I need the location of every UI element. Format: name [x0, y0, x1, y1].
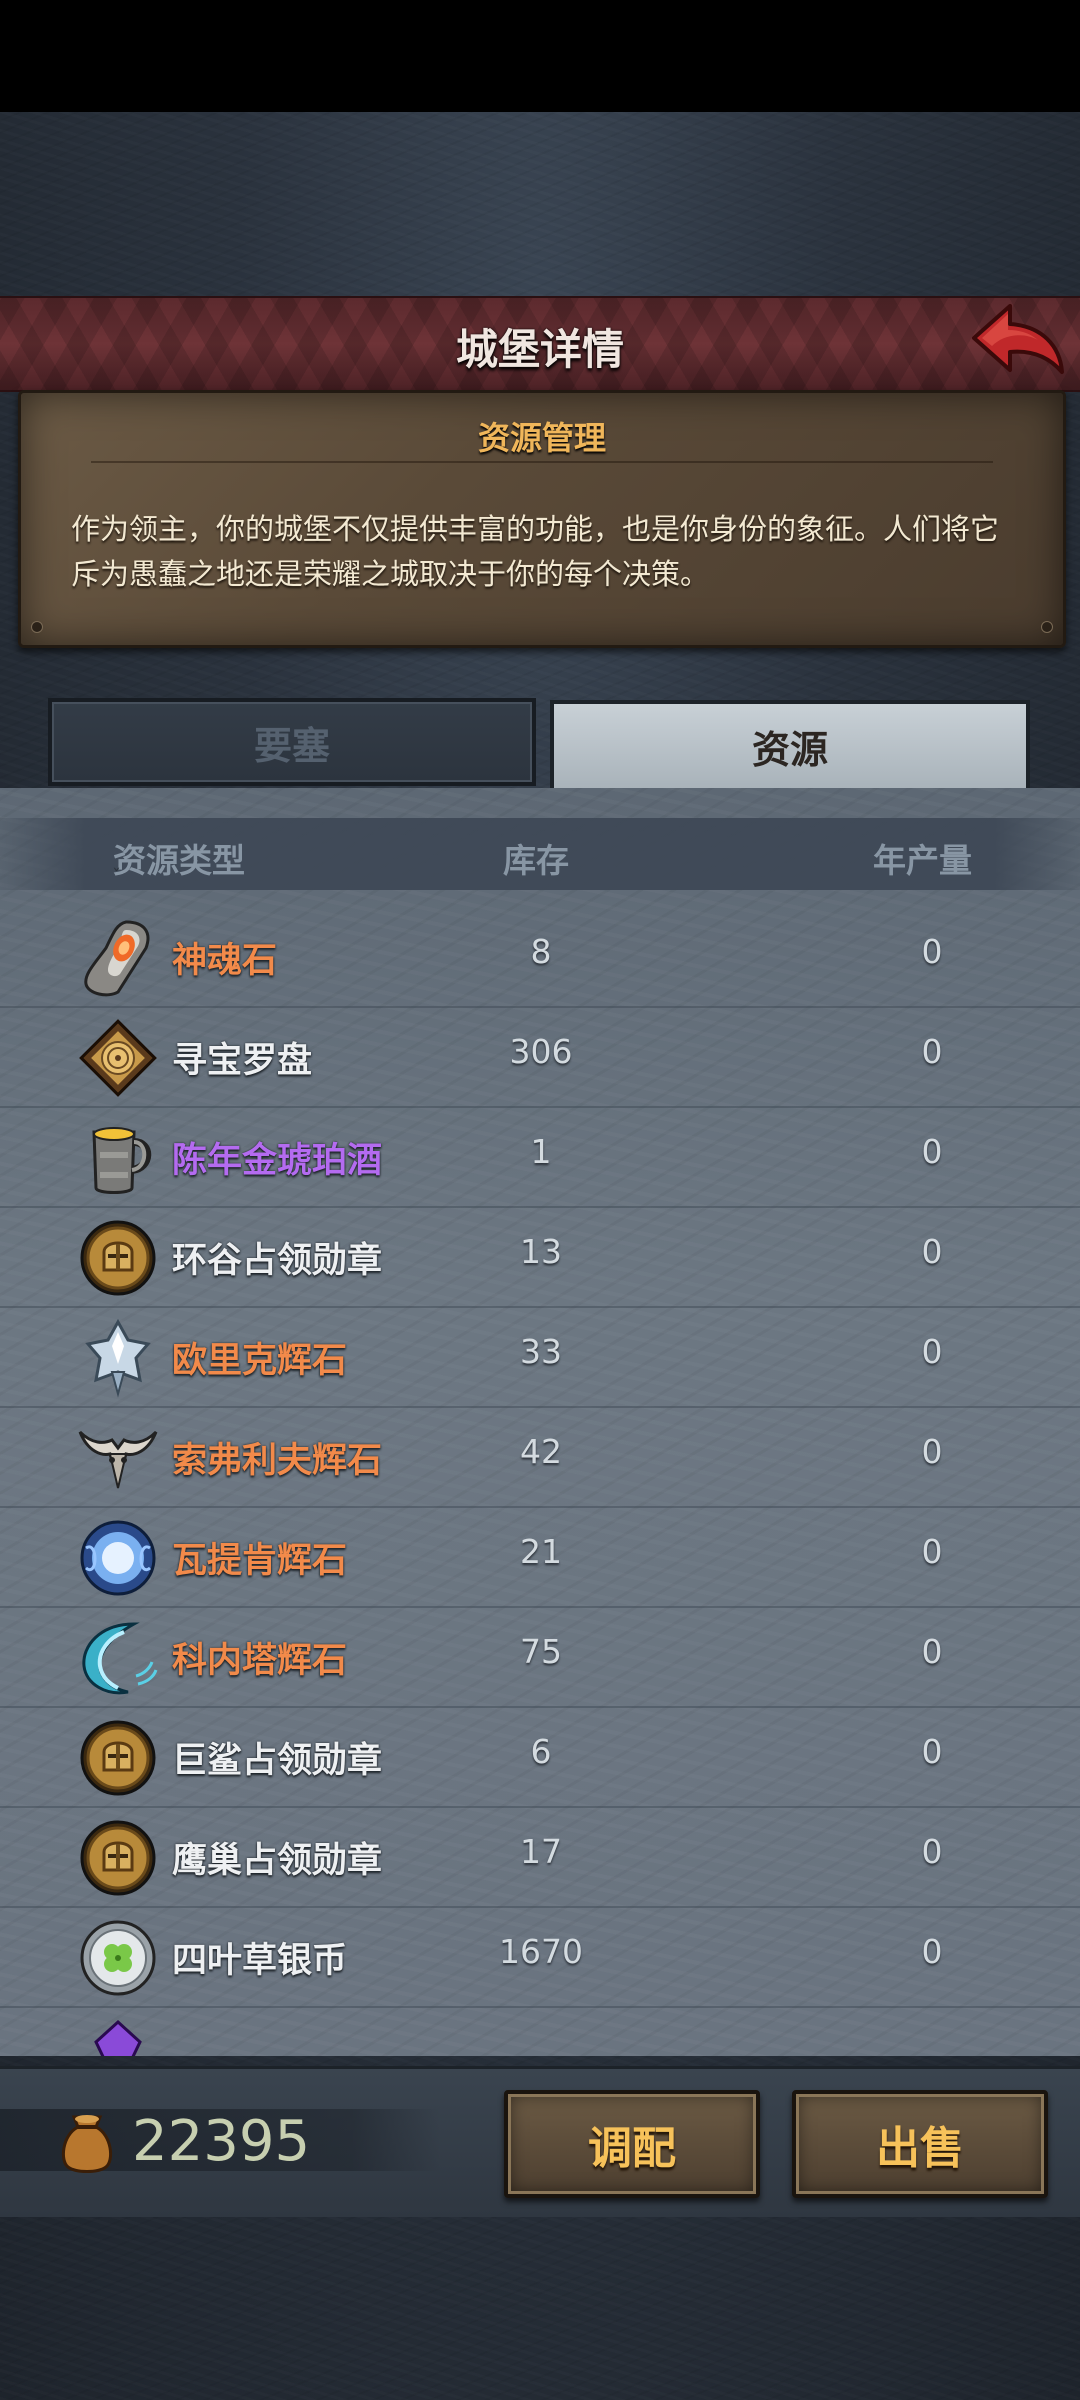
- resource-name: 欧里克辉石: [172, 1341, 348, 1380]
- resource-yield: 0: [921, 1232, 943, 1271]
- crystal-icon: [85, 1318, 151, 1398]
- resource-row-partial[interactable]: [0, 2006, 1080, 2056]
- clover-coin-icon: [80, 1920, 156, 1996]
- resource-stock: 8: [530, 932, 552, 971]
- page-title: 城堡详情: [455, 326, 624, 373]
- resource-stock: 21: [520, 1532, 562, 1571]
- panel-title: 资源管理: [477, 420, 606, 456]
- resource-row[interactable]: 神魂石 8 0: [0, 906, 1080, 1008]
- resource-row[interactable]: 陈年金琥珀酒 1 0: [0, 1106, 1080, 1208]
- purple-gem-icon: [94, 2019, 142, 2056]
- blue-orb-icon: [80, 1520, 156, 1596]
- divider: [91, 461, 993, 463]
- rivet: [1041, 621, 1053, 633]
- rivet: [31, 621, 43, 633]
- resource-name: 神魂石: [172, 941, 278, 980]
- resource-yield: 0: [921, 1732, 943, 1771]
- allocate-button[interactable]: 调配: [504, 2090, 760, 2198]
- soul-stone-icon: [84, 920, 150, 997]
- resource-stock: 1: [530, 1132, 552, 1171]
- sort-caret-icon: ˇ: [112, 866, 121, 887]
- resource-row[interactable]: 瓦提肯辉石 21 0: [0, 1506, 1080, 1608]
- resource-yield: 0: [921, 1332, 943, 1371]
- resource-name: 科内塔辉石: [172, 1641, 348, 1680]
- resource-row[interactable]: 巨鲨占领勋章 6 0: [0, 1706, 1080, 1808]
- resource-stock: 1670: [499, 1932, 583, 1971]
- resource-stock: 42: [520, 1432, 562, 1471]
- resource-yield: 0: [921, 1932, 943, 1971]
- sell-button[interactable]: 出售: [792, 2090, 1048, 2198]
- resource-name: 环谷占领勋章: [172, 1241, 383, 1280]
- resource-yield: 0: [921, 1832, 943, 1871]
- amber-ale-icon: [92, 1127, 152, 1194]
- resource-yield: 0: [921, 1432, 943, 1471]
- resource-stock: 75: [520, 1632, 562, 1671]
- panel-description: 作为领主，你的城堡不仅提供丰富的功能，也是你身份的象征。人们将它斥为愚蠢之地还是…: [71, 514, 1000, 591]
- medal-icon: [80, 1720, 156, 1796]
- medal-icon: [80, 1820, 156, 1896]
- resource-row[interactable]: 科内塔辉石 75 0: [0, 1606, 1080, 1708]
- resource-stock: 13: [520, 1232, 562, 1271]
- resource-row[interactable]: 环谷占领勋章 13 0: [0, 1206, 1080, 1308]
- column-yield: 年产量: [873, 842, 972, 879]
- resource-row[interactable]: 鹰巢占领勋章 17 0: [0, 1806, 1080, 1908]
- medal-icon: [80, 1220, 156, 1296]
- gold-sack-icon: [61, 2115, 113, 2173]
- resource-row[interactable]: 四叶草银币 1670 0: [0, 1906, 1080, 2008]
- column-resource-type[interactable]: 资源类型: [113, 834, 245, 882]
- treasure-compass-icon: [79, 1019, 157, 1097]
- resource-stock: 306: [509, 1032, 573, 1071]
- resource-name: 陈年金琥珀酒: [172, 1141, 383, 1180]
- resource-name: 索弗利夫辉石: [172, 1441, 383, 1480]
- back-arrow-icon[interactable]: [968, 300, 1068, 380]
- resource-yield: 0: [921, 1032, 943, 1071]
- gold-amount: 22395: [132, 2109, 311, 2174]
- resource-name: 寻宝罗盘: [172, 1041, 313, 1080]
- resource-yield: 0: [921, 932, 943, 971]
- title-banner: 城堡详情: [0, 296, 1080, 392]
- resource-list-panel[interactable]: 资源类型 库存 年产量 ˇ 神魂石 8 0 寻宝罗盘 306 0 陈年金琥珀酒 …: [0, 788, 1080, 2056]
- tab-resources[interactable]: 资源: [550, 700, 1030, 792]
- resource-name: 鹰巢占领勋章: [172, 1841, 383, 1880]
- resource-name: 巨鲨占领勋章: [172, 1741, 383, 1780]
- resource-row[interactable]: 索弗利夫辉石 42 0: [0, 1406, 1080, 1508]
- tab-fortress[interactable]: 要塞: [48, 698, 536, 786]
- resource-row[interactable]: 欧里克辉石 33 0: [0, 1306, 1080, 1408]
- resource-name: 瓦提肯辉石: [172, 1541, 348, 1580]
- resource-name: 四叶草银币: [172, 1941, 348, 1980]
- column-stock: 库存: [503, 842, 569, 879]
- column-header: 资源类型 库存 年产量: [0, 818, 1080, 890]
- tab-label: 要塞: [253, 725, 330, 768]
- resource-yield: 0: [921, 1132, 943, 1171]
- resource-stock: 17: [520, 1832, 562, 1871]
- description-panel: 资源管理 作为领主，你的城堡不仅提供丰富的功能，也是你身份的象征。人们将它斥为愚…: [18, 390, 1066, 648]
- resource-yield: 0: [921, 1532, 943, 1571]
- resource-yield: 0: [921, 1632, 943, 1671]
- resource-stock: 6: [530, 1732, 552, 1771]
- tab-label: 资源: [751, 729, 828, 772]
- crescent-icon: [82, 1622, 158, 1695]
- horned-skull-icon: [78, 1430, 158, 1489]
- resource-row[interactable]: 寻宝罗盘 306 0: [0, 1006, 1080, 1108]
- resource-stock: 33: [520, 1332, 562, 1371]
